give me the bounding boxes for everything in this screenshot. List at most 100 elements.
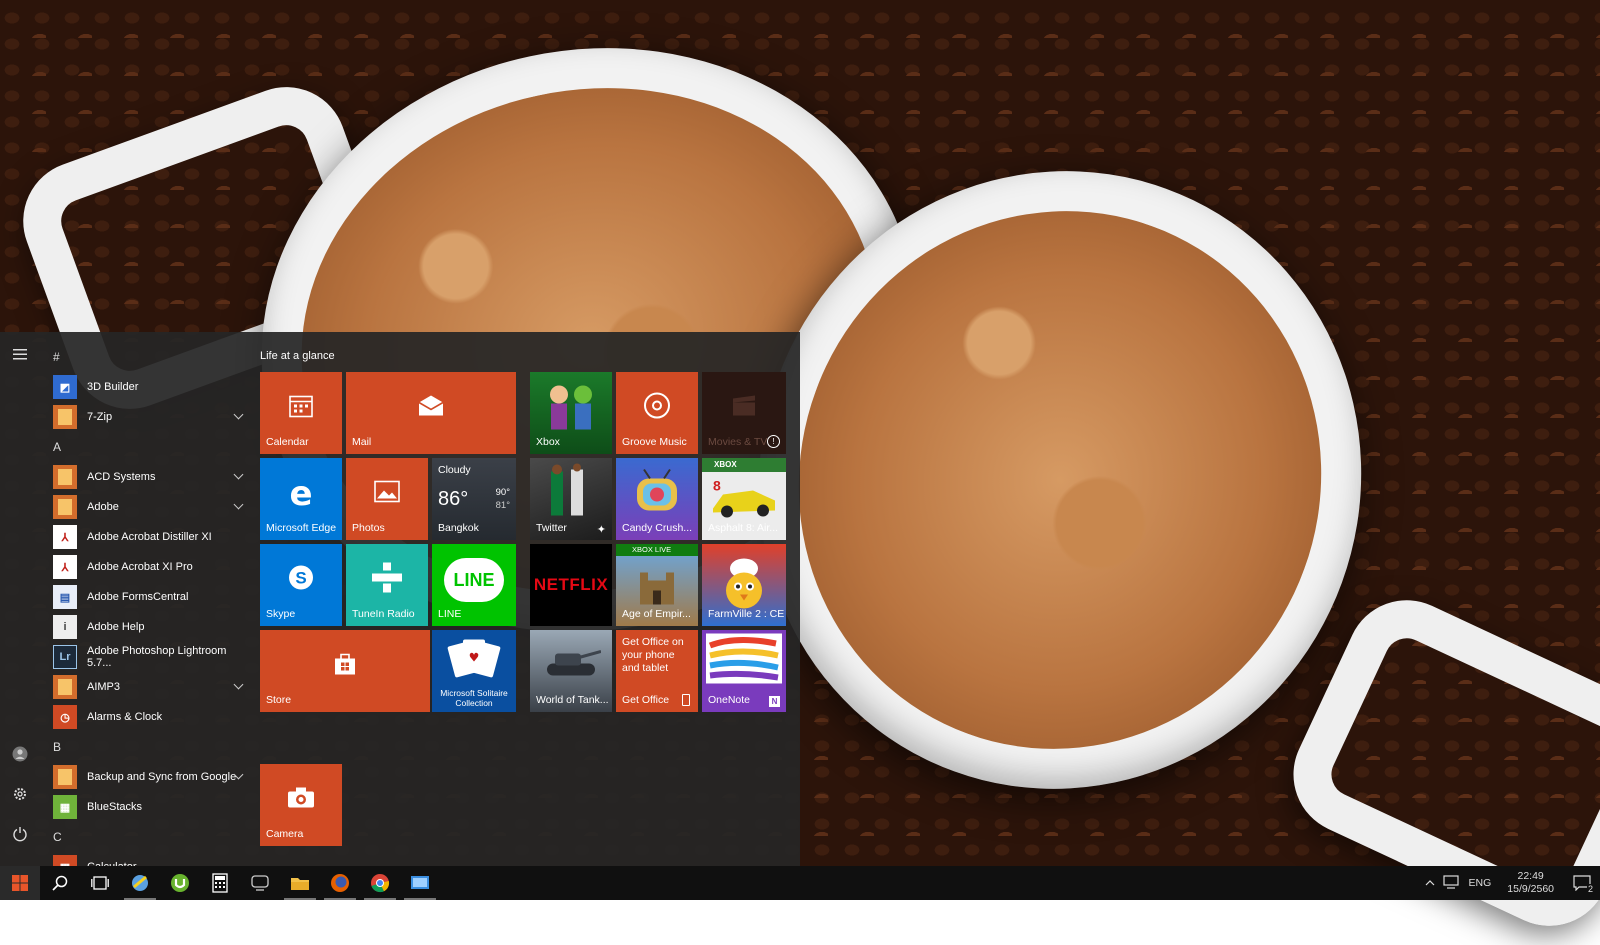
tile-solitaire[interactable]: ♥ Microsoft Solitaire Collection <box>432 630 516 712</box>
tile-onenote[interactable]: OneNote N <box>702 630 786 712</box>
tile-mail[interactable]: Mail <box>346 372 516 454</box>
taskbar-app-paint-tool[interactable] <box>120 866 160 900</box>
mail-icon <box>417 395 445 422</box>
app-list-item[interactable]: ▤ Adobe FormsCentral <box>48 582 248 612</box>
tank-icon <box>541 646 602 687</box>
tile-movies-tv[interactable]: Movies & TV ! <box>702 372 786 454</box>
app-list-letter-header[interactable]: A <box>48 432 248 462</box>
race-car-icon: 8 <box>709 477 779 523</box>
edge-icon: e <box>289 474 313 515</box>
tile-line[interactable]: LINE LINE <box>432 544 516 626</box>
calculator-icon: ▦ <box>53 855 77 866</box>
task-view-button[interactable] <box>80 866 120 900</box>
action-center-button[interactable]: 2 <box>1564 866 1600 900</box>
start-button[interactable] <box>0 866 40 900</box>
tile-asphalt[interactable]: XBOX 8 Asphalt 8: Air... <box>702 458 786 540</box>
folder-icon <box>53 465 77 489</box>
chevron-down-icon[interactable] <box>233 499 244 510</box>
tile-get-office[interactable]: Get Office on your phone and tablet Get … <box>616 630 698 712</box>
app-list-letter-header[interactable]: C <box>48 822 248 852</box>
user-avatar-icon[interactable] <box>0 736 40 772</box>
app-list-item[interactable]: ▦Calculator <box>48 852 248 866</box>
taskbar-clock[interactable]: 22:49 15/9/2560 <box>1507 870 1554 896</box>
app-list-item-label: Adobe Acrobat XI Pro <box>87 561 193 573</box>
tile-calendar[interactable]: Calendar <box>260 372 342 454</box>
folder-icon <box>53 405 77 429</box>
app-list-item[interactable]: AIMP3 <box>48 672 248 702</box>
start-rail <box>0 332 40 866</box>
taskbar-app-control-panel[interactable] <box>400 866 440 900</box>
acrobat-icon: ⅄ <box>53 555 77 579</box>
tile-world-of-tanks[interactable]: World of Tank... <box>530 630 612 712</box>
svg-text:S: S <box>295 569 306 588</box>
clock-time: 22:49 <box>1517 870 1544 882</box>
app-list-item[interactable]: ◩ 3D Builder <box>48 372 248 402</box>
notification-count-badge: 2 <box>1586 884 1594 894</box>
taskbar-app-remote[interactable] <box>240 866 280 900</box>
folder-icon <box>53 765 77 789</box>
chevron-down-icon[interactable] <box>233 469 244 480</box>
app-list-item[interactable]: ⅄ Adobe Acrobat Distiller XI <box>48 522 248 552</box>
search-button[interactable] <box>40 866 80 900</box>
network-icon[interactable] <box>1439 874 1463 892</box>
app-list[interactable]: # ◩ 3D Builder 7-Zip A ACD Systems Adobe ⅄ Adobe… <box>48 342 248 866</box>
app-list-item[interactable]: ⅄ Adobe Acrobat XI Pro <box>48 552 248 582</box>
tile-group-title: Life at a glance <box>260 350 335 362</box>
app-list-item[interactable]: i Adobe Help <box>48 612 248 642</box>
tile-tunein-radio[interactable]: TuneIn Radio <box>346 544 428 626</box>
tile-groove-music[interactable]: Groove Music <box>616 372 698 454</box>
chevron-down-icon[interactable] <box>233 409 244 420</box>
app-list-item-label: Adobe Help <box>87 621 145 633</box>
calendar-icon <box>288 393 314 424</box>
tile-xbox[interactable]: Xbox <box>530 372 612 454</box>
tile-photos[interactable]: Photos <box>346 458 428 540</box>
get-office-description: Get Office on your phone and tablet <box>622 636 684 674</box>
xbox-badge: XBOX <box>714 460 737 469</box>
taskbar-app-file-explorer[interactable] <box>280 866 320 900</box>
app-list-item-label: Adobe <box>87 501 119 513</box>
language-indicator[interactable]: ENG <box>1469 877 1492 889</box>
folder-icon <box>53 675 77 699</box>
tile-candy-crush[interactable]: Candy Crush... <box>616 458 698 540</box>
camera-icon <box>287 787 315 814</box>
tile-weather[interactable]: Cloudy 86° 90° 81° Bangkok <box>432 458 516 540</box>
tile-skype[interactable]: S Skype <box>260 544 342 626</box>
basketball-players-image <box>541 463 601 525</box>
app-list-item-label: 7-Zip <box>87 411 113 423</box>
app-list-item[interactable]: ▦ BlueStacks <box>48 792 248 822</box>
svg-text:♥: ♥ <box>469 650 480 664</box>
groove-music-icon <box>643 392 671 425</box>
tile-netflix[interactable]: NETFLIX <box>530 544 612 626</box>
app-list-letter-header[interactable]: # <box>48 342 248 372</box>
app-list-item[interactable]: 7-Zip <box>48 402 248 432</box>
app-list-item-label: ACD Systems <box>87 471 156 483</box>
app-list-item[interactable]: Lr Adobe Photoshop Lightroom 5.7... <box>48 642 248 672</box>
show-hidden-icons-chevron-icon[interactable] <box>1421 877 1439 889</box>
app-list-item[interactable]: ◷ Alarms & Clock <box>48 702 248 732</box>
app-list-item-label: Backup and Sync from Google <box>87 771 237 783</box>
task-view-icon <box>91 876 109 890</box>
app-list-letter-header[interactable]: B <box>48 732 248 762</box>
taskbar-app-chrome[interactable] <box>360 866 400 900</box>
tile-farmville[interactable]: FarmVille 2 : CE <box>702 544 786 626</box>
tile-twitter[interactable]: Twitter ✦ <box>530 458 612 540</box>
chevron-down-icon[interactable] <box>233 679 244 690</box>
alarm-clock-icon: ◷ <box>53 705 77 729</box>
weather-high: 90° <box>495 487 510 498</box>
power-icon[interactable] <box>0 816 40 852</box>
hamburger-menu-icon[interactable] <box>0 336 40 372</box>
tile-microsoft-edge[interactable]: e Microsoft Edge <box>260 458 342 540</box>
taskbar-app-firefox[interactable] <box>320 866 360 900</box>
system-tray: ENG 22:49 15/9/2560 2 <box>1421 866 1600 900</box>
app-list-item[interactable]: Backup and Sync from Google <box>48 762 248 792</box>
settings-gear-icon[interactable] <box>0 776 40 812</box>
taskbar-app-utorrent[interactable] <box>160 866 200 900</box>
tile-age-of-empires[interactable]: XBOX LIVE Age of Empir... <box>616 544 698 626</box>
tile-store[interactable]: Store <box>260 630 430 712</box>
app-list-item-label: Adobe FormsCentral <box>87 591 189 603</box>
taskbar-app-calculator[interactable] <box>200 866 240 900</box>
app-list-item[interactable]: Adobe <box>48 492 248 522</box>
weather-low: 81° <box>495 500 510 511</box>
app-list-item[interactable]: ACD Systems <box>48 462 248 492</box>
tile-camera[interactable]: Camera <box>260 764 342 846</box>
